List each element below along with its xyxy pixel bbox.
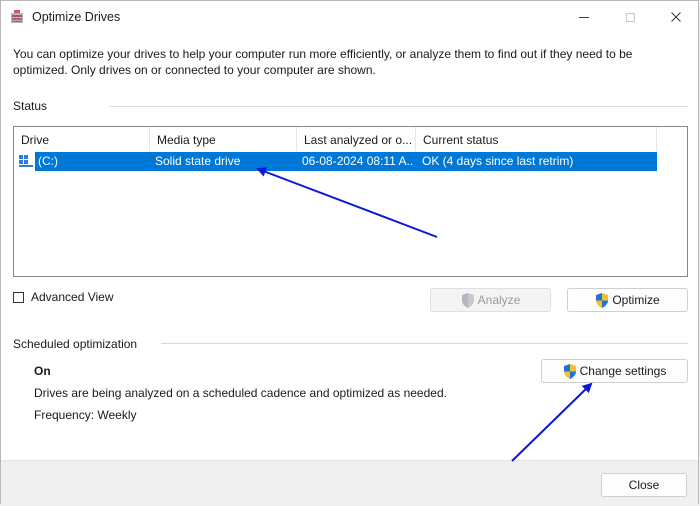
maximize-button <box>607 1 653 33</box>
column-header-current-status[interactable]: Current status <box>416 127 657 151</box>
drives-list[interactable]: Drive Media type Last analyzed or o... C… <box>13 126 688 277</box>
window-title: Optimize Drives <box>32 10 121 24</box>
column-header-last-analyzed[interactable]: Last analyzed or o... <box>297 127 416 151</box>
minimize-button[interactable] <box>561 1 607 33</box>
analyze-button[interactable]: Analyze <box>430 288 551 312</box>
status-section-label: Status <box>13 99 48 113</box>
close-button[interactable]: Close <box>601 473 687 497</box>
column-header-drive[interactable]: Drive <box>14 127 150 151</box>
defrag-app-icon <box>11 10 23 23</box>
scheduled-divider <box>161 343 688 344</box>
drive-row-c[interactable]: (C:) Solid state drive 06-08-2024 08:11 … <box>14 152 657 171</box>
status-divider <box>109 106 688 107</box>
advanced-view-checkbox[interactable] <box>13 291 24 303</box>
optimize-label: Optimize <box>612 293 660 307</box>
schedule-description: Drives are being analyzed on a scheduled… <box>34 386 447 400</box>
close-icon <box>671 12 681 22</box>
maximize-icon <box>625 12 635 22</box>
close-label: Close <box>628 478 660 492</box>
advanced-view-label: Advanced View <box>31 290 114 304</box>
uac-shield-icon <box>596 292 609 308</box>
drive-media-type: Solid state drive <box>155 154 241 168</box>
intro-text: You can optimize your drives to help you… <box>13 47 633 77</box>
optimize-button[interactable]: Optimize <box>567 288 688 312</box>
change-settings-label: Change settings <box>579 364 667 378</box>
schedule-state: On <box>34 364 51 378</box>
change-settings-button[interactable]: Change settings <box>541 359 688 383</box>
drives-list-header: Drive Media type Last analyzed or o... C… <box>14 127 687 151</box>
drive-name: (C:) <box>38 154 58 168</box>
uac-shield-icon <box>461 292 474 308</box>
column-header-media-type[interactable]: Media type <box>150 127 297 151</box>
drive-last-analyzed: 06-08-2024 08:11 A... <box>302 154 414 168</box>
uac-shield-icon <box>563 363 576 379</box>
close-window-button[interactable] <box>653 1 699 33</box>
dialog-footer: Close <box>1 460 698 506</box>
schedule-frequency: Frequency: Weekly <box>34 408 137 422</box>
drive-current-status: OK (4 days since last retrim) <box>422 154 574 168</box>
scheduled-section-label: Scheduled optimization <box>13 337 138 351</box>
drive-icon <box>19 155 33 167</box>
minimize-icon <box>579 16 589 18</box>
title-bar: Optimize Drives <box>1 1 698 33</box>
advanced-view-option[interactable]: Advanced View <box>13 290 114 304</box>
analyze-label: Analyze <box>477 293 521 307</box>
optimize-drives-window: Optimize Drives You can optimize your dr… <box>0 0 699 506</box>
